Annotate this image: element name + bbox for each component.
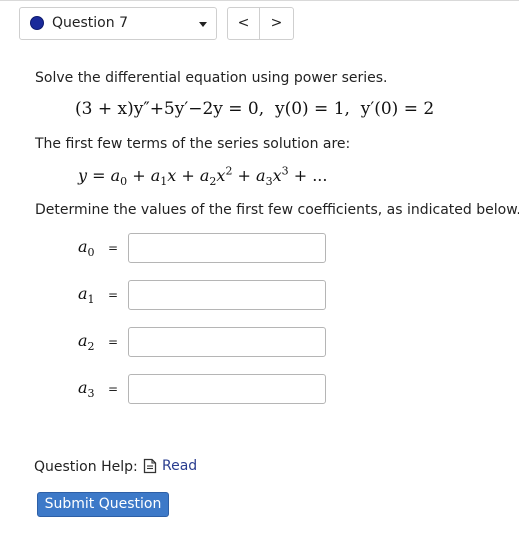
equals-sign: = (108, 335, 119, 349)
answer-input-a0[interactable] (128, 233, 326, 263)
coefficient-label-a2: a2 (78, 331, 95, 353)
answer-input-a1[interactable] (128, 280, 326, 310)
equals-sign: = (108, 382, 119, 396)
equals-sign: = (108, 288, 119, 302)
equals-sign: = (108, 241, 119, 255)
differential-equation: (3 + x)y″+5y′−2y = 0, y(0) = 1, y′(0) = … (75, 99, 434, 119)
question-page: Question 7 < > Solve the differential eq… (0, 0, 519, 545)
coefficient-letter: a (78, 378, 88, 397)
answer-input-a3[interactable] (128, 374, 326, 404)
top-divider (0, 0, 519, 1)
series-expression: y = a0 + a1x + a2x2 + a3x3 + ... (78, 164, 328, 189)
document-icon (143, 458, 157, 474)
initial-condition-2: y′(0) = 2 (360, 99, 435, 119)
coefficient-letter: a (78, 237, 88, 256)
series-term: x (272, 166, 282, 185)
series-term: y = a (78, 166, 121, 185)
submit-question-button[interactable]: Submit Question (37, 492, 169, 517)
series-tail: + ... (288, 166, 328, 185)
instruction-text: Solve the differential equation using po… (35, 70, 388, 86)
series-term: x + a (167, 166, 210, 185)
read-help-link[interactable]: Read (143, 457, 197, 475)
series-term: + a (232, 166, 266, 185)
coefficient-letter: a (78, 331, 88, 350)
question-selector-label: Question 7 (52, 15, 128, 31)
answer-input-a2[interactable] (128, 327, 326, 357)
coefficient-subscript: 2 (87, 340, 95, 354)
read-link-label: Read (162, 458, 198, 474)
equation-lhs: (3 + x)y″ (75, 99, 150, 119)
coefficient-label-a0: a0 (78, 237, 95, 259)
coefficient-letter: a (78, 284, 88, 303)
question-help-label: Question Help: (34, 459, 138, 475)
question-status-dot (30, 16, 44, 30)
coefficient-subscript: 1 (87, 293, 95, 307)
caret-down-icon (199, 22, 207, 27)
series-intro-text: The first few terms of the series soluti… (35, 136, 351, 152)
series-subscript: 3 (265, 175, 273, 189)
question-selector[interactable]: Question 7 (19, 7, 217, 40)
coefficient-subscript: 0 (87, 246, 95, 260)
coefficient-label-a1: a1 (78, 284, 95, 306)
equation-rest: +5y′−2y = 0, (149, 99, 265, 119)
coefficient-label-a3: a3 (78, 378, 95, 400)
initial-condition-1: y(0) = 1, (274, 99, 350, 119)
series-power: 3 (281, 164, 289, 178)
coefficient-instruction-text: Determine the values of the first few co… (35, 202, 519, 218)
previous-question-button[interactable]: < (227, 7, 260, 40)
coefficient-subscript: 3 (87, 387, 95, 401)
next-question-button[interactable]: > (260, 7, 294, 40)
series-term: + a (127, 166, 161, 185)
